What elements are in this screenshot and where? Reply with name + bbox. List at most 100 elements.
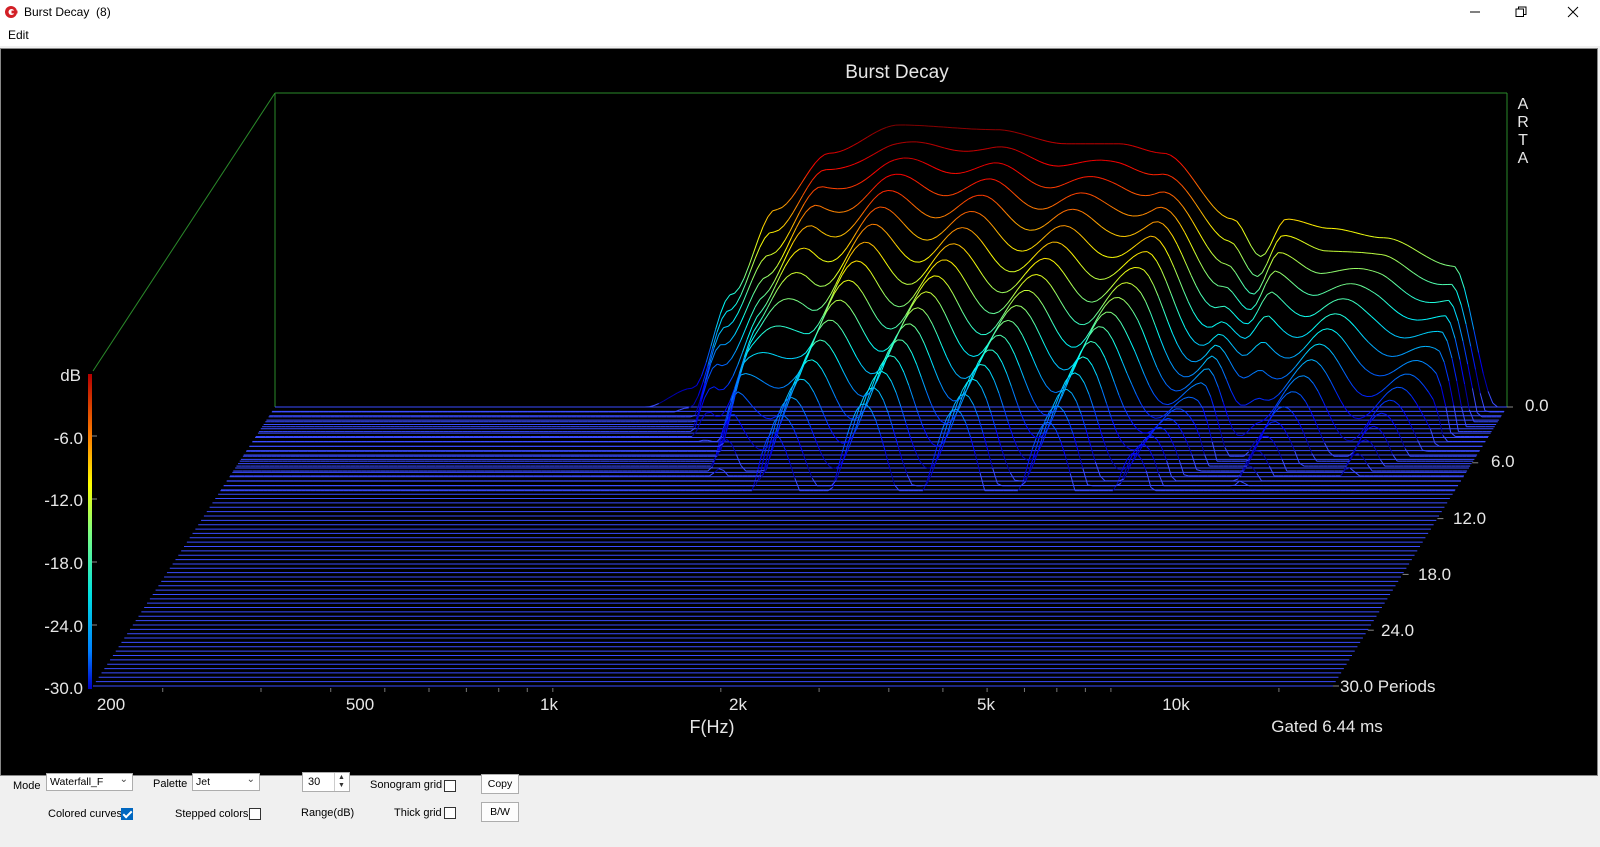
slice-segment: [830, 387, 837, 399]
slice-segment: [1045, 279, 1052, 286]
slice-segment: [939, 215, 945, 218]
slice-segment: [1289, 379, 1295, 386]
slice-segment: [993, 380, 1000, 394]
slice-segment: [1010, 218, 1017, 224]
slice-segment: [1183, 396, 1189, 399]
stepped-colors-checkbox[interactable]: [249, 808, 261, 820]
slice-segment: [889, 159, 895, 163]
slice-segment: [1137, 214, 1143, 217]
slice-segment: [1385, 382, 1391, 388]
slice-segment: [873, 245, 879, 253]
slice-segment: [909, 259, 916, 263]
slice-segment: [740, 328, 747, 341]
slice-segment: [909, 177, 916, 181]
slice-segment: [887, 144, 893, 148]
slice-segment: [960, 171, 966, 174]
slice-segment: [691, 430, 698, 437]
slice-segment: [672, 392, 679, 396]
slice-segment: [1306, 329, 1312, 335]
slice-segment: [1413, 334, 1420, 338]
slice-segment: [815, 283, 821, 287]
slice-segment: [1238, 250, 1244, 260]
slice-segment: [1246, 350, 1252, 356]
slice-segment: [1369, 235, 1375, 238]
slice-segment: [1235, 400, 1241, 406]
slice-segment: [966, 184, 972, 189]
slice-segment: [977, 267, 984, 276]
slice-segment: [829, 209, 835, 213]
slice-segment: [1033, 207, 1039, 210]
slice-segment: [707, 466, 713, 472]
close-button[interactable]: [1546, 0, 1600, 24]
mode-select[interactable]: Waterfall_F ⌄: [46, 773, 133, 791]
slice-segment: [1150, 415, 1156, 419]
slice-segment: [1274, 225, 1281, 236]
slice-segment: [1148, 384, 1155, 395]
slice-segment: [1014, 292, 1020, 299]
slice-segment: [1471, 388, 1478, 413]
slice-segment: [944, 421, 950, 425]
slice-segment: [1322, 290, 1328, 294]
restore-button[interactable]: [1498, 0, 1544, 24]
bw-button[interactable]: B/W: [481, 802, 519, 822]
slice-segment: [1069, 473, 1076, 491]
copy-button[interactable]: Copy: [481, 774, 519, 794]
slice-segment: [1116, 349, 1123, 362]
slice-segment: [1240, 336, 1246, 339]
slice-segment: [759, 238, 766, 248]
slice-segment: [1224, 239, 1230, 242]
slice-segment: [1165, 208, 1172, 213]
slice-segment: [1163, 403, 1169, 406]
slice-segment: [1326, 288, 1333, 292]
slice-segment: [862, 225, 868, 231]
spin-up-icon[interactable]: ▲: [338, 774, 345, 781]
slice-segment: [1025, 228, 1031, 231]
slice-segment: [1181, 184, 1187, 192]
slice-segment: [898, 362, 905, 373]
slice-segment: [906, 344, 913, 354]
slice-segment: [1236, 221, 1243, 229]
slice-segment: [1056, 331, 1063, 340]
menu-edit[interactable]: Edit: [8, 28, 29, 42]
slice-segment: [949, 209, 955, 214]
slice-segment: [1319, 343, 1325, 346]
sonogram-grid-checkbox[interactable]: [444, 780, 456, 792]
slice-segment: [1371, 316, 1377, 322]
slice-segment: [865, 212, 871, 219]
spinner-arrows[interactable]: ▲ ▼: [334, 773, 349, 791]
minimize-button[interactable]: [1452, 0, 1498, 24]
slice-segment: [1154, 325, 1161, 339]
range-spinner[interactable]: 30 ▲ ▼: [302, 772, 350, 792]
spin-down-icon[interactable]: ▼: [338, 782, 345, 789]
slice-segment: [758, 351, 764, 354]
slice-segment: [1429, 428, 1436, 444]
slice-segment: [1225, 263, 1231, 267]
palette-select[interactable]: Jet ⌄: [192, 773, 260, 791]
slice-segment: [1176, 244, 1183, 255]
slice-segment: [1338, 362, 1344, 371]
slice-segment: [813, 323, 819, 331]
slice-segment: [1382, 353, 1388, 357]
slice-segment: [1200, 294, 1206, 302]
slice-segment: [748, 293, 755, 305]
slice-segment: [1139, 267, 1145, 271]
slice-segment: [1462, 340, 1469, 365]
slice-segment: [1435, 261, 1441, 265]
slice-segment: [1259, 397, 1265, 401]
slice-segment: [1129, 166, 1135, 170]
slice-segment: [922, 161, 928, 165]
slice-segment: [848, 207, 854, 211]
slice-segment: [1189, 416, 1196, 425]
slice-segment: [1050, 285, 1057, 294]
slice-segment: [1360, 363, 1366, 370]
colored-curves-checkbox[interactable]: [121, 808, 133, 820]
thick-grid-checkbox[interactable]: [444, 807, 456, 819]
slice-segment: [1270, 420, 1276, 423]
slice-segment: [930, 292, 936, 298]
slice-segment: [1412, 319, 1418, 321]
slice-segment: [770, 251, 776, 256]
slice-segment: [1233, 368, 1240, 377]
slice-segment: [766, 254, 772, 257]
slice-segment: [1140, 237, 1146, 242]
slice-segment: [786, 197, 792, 204]
